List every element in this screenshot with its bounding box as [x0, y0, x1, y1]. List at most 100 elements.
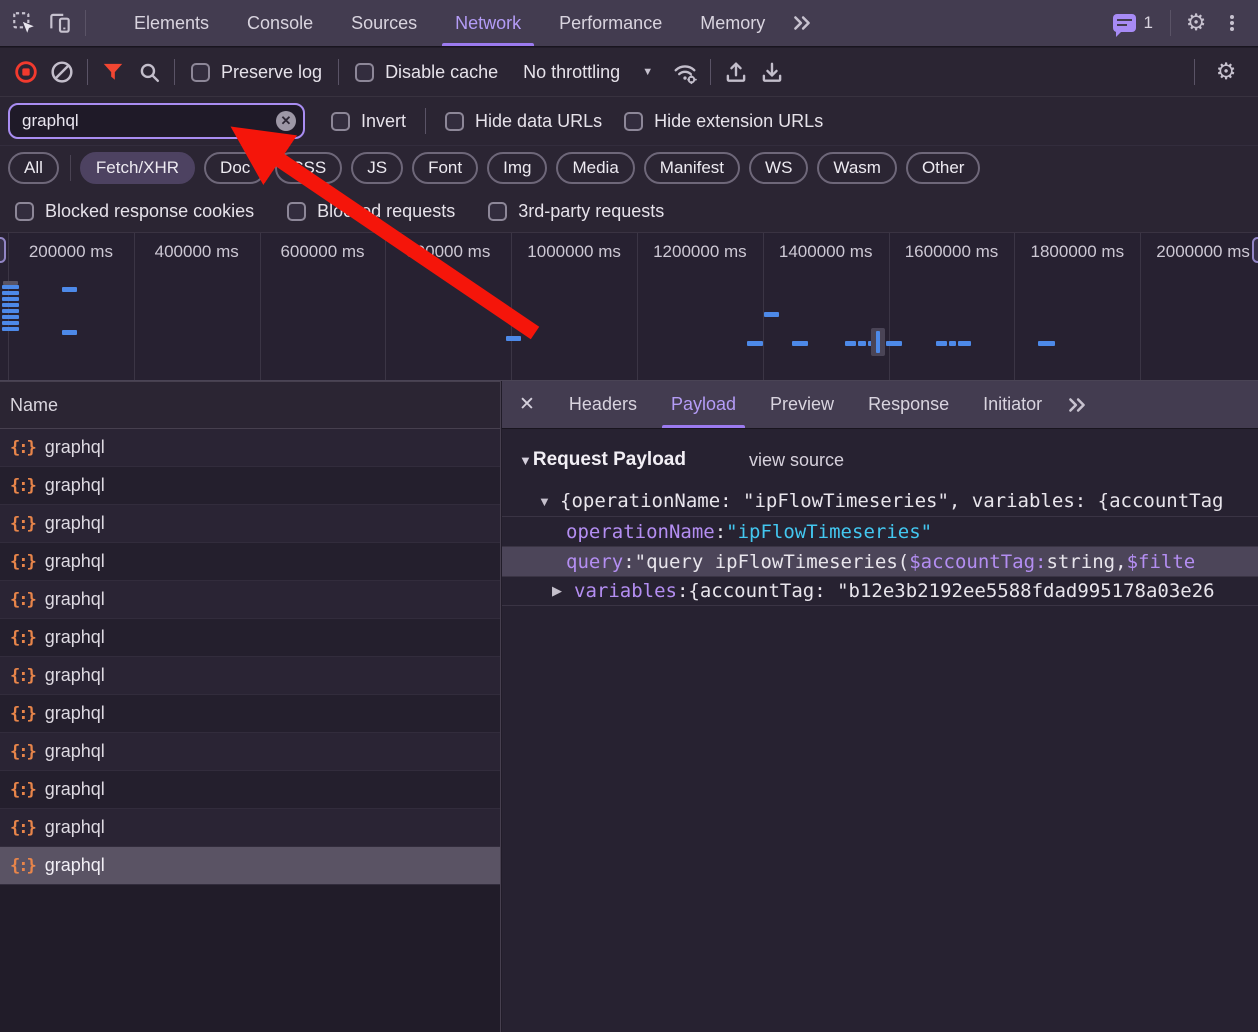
chip-fetch-xhr[interactable]: Fetch/XHR	[80, 152, 195, 184]
filter-icon[interactable]	[95, 54, 131, 90]
chip-all[interactable]: All	[8, 152, 59, 184]
chip-doc[interactable]: Doc	[204, 152, 266, 184]
tab-memory[interactable]: Memory	[681, 0, 784, 46]
tab-elements[interactable]: Elements	[115, 0, 228, 46]
timeline-tick-label: 1800000 ms	[1031, 242, 1125, 262]
search-icon[interactable]	[131, 54, 167, 90]
collapse-caret-icon[interactable]: ▼	[519, 453, 532, 468]
request-row[interactable]: {:}graphql	[0, 733, 500, 771]
blocked-response-cookies-label: Blocked response cookies	[45, 201, 254, 222]
request-row[interactable]: {:}graphql	[0, 467, 500, 505]
hide-extension-urls-checkbox-group[interactable]: Hide extension URLs	[624, 111, 823, 132]
detail-tab-bar: ✕ HeadersPayloadPreviewResponseInitiator	[502, 381, 1258, 429]
timeline-right-grip[interactable]	[1252, 237, 1258, 263]
hide-data-urls-checkbox[interactable]	[445, 112, 464, 131]
tree-caret-icon[interactable]: ▶	[552, 583, 574, 599]
tab-performance[interactable]: Performance	[540, 0, 681, 46]
import-har-icon[interactable]	[718, 54, 754, 90]
timeline-request-bar	[958, 341, 971, 346]
clear-network-log-icon[interactable]	[44, 54, 80, 90]
chip-manifest[interactable]: Manifest	[644, 152, 740, 184]
3rd-party-requests-checkbox[interactable]	[488, 202, 507, 221]
chip-other[interactable]: Other	[906, 152, 981, 184]
kebab-menu-icon[interactable]	[1214, 5, 1250, 41]
issues-icon[interactable]	[1113, 14, 1136, 32]
timeline-tick-label: 1200000 ms	[653, 242, 747, 262]
divider	[87, 59, 88, 85]
name-column-header[interactable]: Name	[0, 381, 500, 429]
request-row[interactable]: {:}graphql	[0, 505, 500, 543]
blocked-requests-checkbox-group[interactable]: Blocked requests	[287, 201, 455, 222]
request-row[interactable]: {:}graphql	[0, 695, 500, 733]
timeline-tick-label: 1000000 ms	[527, 242, 621, 262]
view-source-link[interactable]: view source	[749, 450, 844, 471]
detail-tab-headers[interactable]: Headers	[552, 381, 654, 428]
request-row[interactable]: {:}graphql	[0, 543, 500, 581]
divider	[70, 155, 71, 181]
request-row[interactable]: {:}graphql	[0, 429, 500, 467]
more-tabs-icon[interactable]	[784, 5, 820, 41]
chip-font[interactable]: Font	[412, 152, 478, 184]
chip-ws[interactable]: WS	[749, 152, 808, 184]
tab-sources[interactable]: Sources	[332, 0, 436, 46]
json-braces-icon: {:}	[10, 590, 35, 610]
settings-gear-icon[interactable]: ⚙	[1178, 5, 1214, 41]
invert-checkbox[interactable]	[331, 112, 350, 131]
more-detail-tabs-icon[interactable]	[1059, 387, 1095, 423]
chip-js[interactable]: JS	[351, 152, 403, 184]
tab-network[interactable]: Network	[436, 0, 540, 46]
tab-console[interactable]: Console	[228, 0, 332, 46]
blocked-response-cookies-checkbox-group[interactable]: Blocked response cookies	[15, 201, 254, 222]
timeline-request-bar	[949, 341, 956, 346]
record-network-log-icon[interactable]	[8, 54, 44, 90]
timeline-left-grip[interactable]	[0, 237, 6, 263]
payload-row-variables[interactable]: ▶variables: {accountTag: "b12e3b2192ee55…	[502, 576, 1258, 606]
request-name: graphql	[45, 665, 105, 686]
preserve-log-checkbox-group[interactable]: Preserve log	[191, 62, 322, 83]
request-row[interactable]: {:}graphql	[0, 809, 500, 847]
divider	[174, 59, 175, 85]
payload-row-operationname[interactable]: operationName: "ipFlowTimeseries"	[502, 516, 1258, 546]
device-toolbar-icon[interactable]	[42, 5, 78, 41]
hide-data-urls-checkbox-group[interactable]: Hide data URLs	[445, 111, 602, 132]
clear-filter-icon[interactable]: ✕	[276, 111, 296, 131]
chip-img[interactable]: Img	[487, 152, 547, 184]
blocked-filters-row: Blocked response cookies Blocked requests…	[0, 190, 1258, 233]
invert-checkbox-group[interactable]: Invert	[331, 111, 406, 132]
throttling-dropdown[interactable]: No throttling ▼	[523, 62, 653, 83]
disable-cache-checkbox-group[interactable]: Disable cache	[355, 62, 498, 83]
detail-tabs: HeadersPayloadPreviewResponseInitiator	[552, 381, 1059, 428]
payload-row-query[interactable]: query: "query ipFlowTimeseries($accountT…	[502, 546, 1258, 576]
tree-caret-icon[interactable]: ▼	[538, 494, 560, 509]
timeline-request-bar	[62, 330, 77, 335]
request-row[interactable]: {:}graphql	[0, 847, 500, 885]
payload-preview-row[interactable]: ▼{operationName: "ipFlowTimeseries", var…	[502, 486, 1258, 516]
hide-extension-urls-checkbox[interactable]	[624, 112, 643, 131]
chip-wasm[interactable]: Wasm	[817, 152, 897, 184]
chip-media[interactable]: Media	[556, 152, 634, 184]
detail-tab-initiator[interactable]: Initiator	[966, 381, 1059, 428]
filter-input[interactable]	[8, 103, 305, 139]
json-value-segment: "ipFlowTimeseries"	[726, 521, 932, 543]
network-overview-timeline[interactable]: 200000 ms400000 ms600000 ms800000 ms1000…	[0, 233, 1258, 381]
detail-tab-response[interactable]: Response	[851, 381, 966, 428]
network-conditions-icon[interactable]	[667, 54, 703, 90]
json-value-segment: $accountTag:	[909, 551, 1046, 573]
request-row[interactable]: {:}graphql	[0, 771, 500, 809]
request-row[interactable]: {:}graphql	[0, 657, 500, 695]
blocked-response-cookies-checkbox[interactable]	[15, 202, 34, 221]
blocked-requests-checkbox[interactable]	[287, 202, 306, 221]
timeline-gridline	[637, 233, 638, 380]
export-har-icon[interactable]	[754, 54, 790, 90]
inspect-element-icon[interactable]	[6, 5, 42, 41]
request-row[interactable]: {:}graphql	[0, 581, 500, 619]
disable-cache-checkbox[interactable]	[355, 63, 374, 82]
close-detail-icon[interactable]: ✕	[502, 393, 552, 416]
chip-css[interactable]: CSS	[275, 152, 342, 184]
preserve-log-checkbox[interactable]	[191, 63, 210, 82]
3rd-party-requests-checkbox-group[interactable]: 3rd-party requests	[488, 201, 664, 222]
detail-tab-preview[interactable]: Preview	[753, 381, 851, 428]
detail-tab-payload[interactable]: Payload	[654, 381, 753, 428]
request-row[interactable]: {:}graphql	[0, 619, 500, 657]
network-settings-gear-icon[interactable]: ⚙	[1208, 54, 1244, 90]
